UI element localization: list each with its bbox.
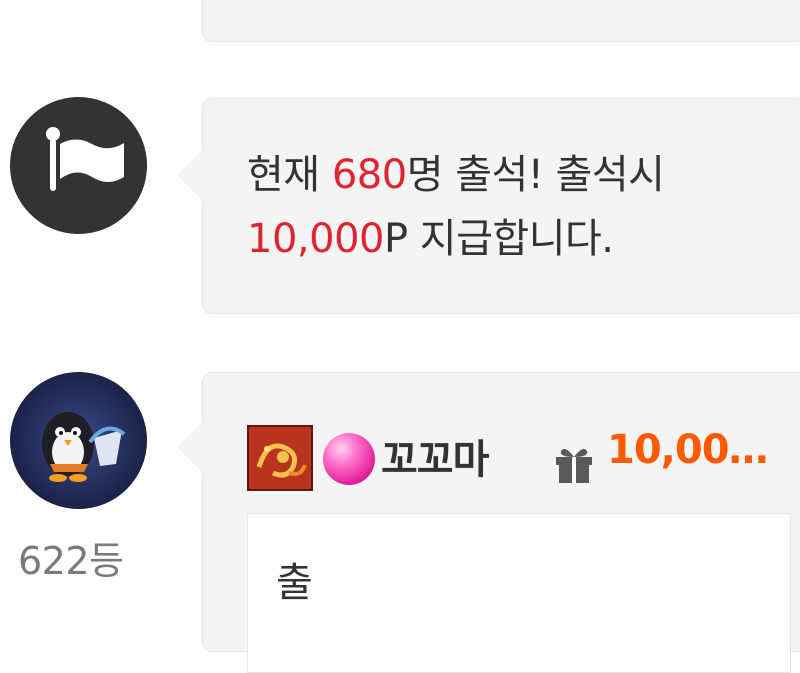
bubble-tail	[177, 421, 203, 473]
attendance-count: 680	[331, 152, 407, 198]
penguin-avatar-icon	[10, 372, 147, 509]
user-entry-bubble: 꼬꼬마 10,00… 출	[177, 372, 800, 673]
user-avatar[interactable]	[10, 372, 147, 509]
attendance-points: 10,000	[247, 216, 384, 262]
comment-box: 출	[247, 513, 791, 673]
dragon-badge-icon	[247, 425, 313, 491]
gift-icon	[556, 449, 592, 483]
user-info-row: 꼬꼬마 10,00…	[247, 421, 800, 491]
points-awarded: 10,00…	[607, 427, 769, 473]
previous-message-bubble	[202, 0, 800, 42]
attendance-suffix: P 지급합니다.	[383, 216, 614, 262]
comment-text: 출	[276, 560, 313, 606]
attendance-notice-bubble: 현재 680명 출석! 출석시 10,000P 지급합니다.	[177, 98, 800, 314]
user-nickname[interactable]: 꼬꼬마	[381, 427, 489, 485]
attendance-mid-text: 명 출석! 출석시	[406, 152, 665, 198]
bubble-tail	[177, 149, 203, 201]
attendance-notice-text: 현재 680명 출석! 출석시 10,000P 지급합니다.	[247, 143, 665, 271]
attendance-flag-avatar	[10, 97, 147, 234]
rank-label: 622등	[18, 539, 124, 583]
pink-gem-icon	[323, 433, 375, 485]
attendance-prefix: 현재	[247, 152, 332, 198]
flag-icon	[10, 97, 147, 234]
